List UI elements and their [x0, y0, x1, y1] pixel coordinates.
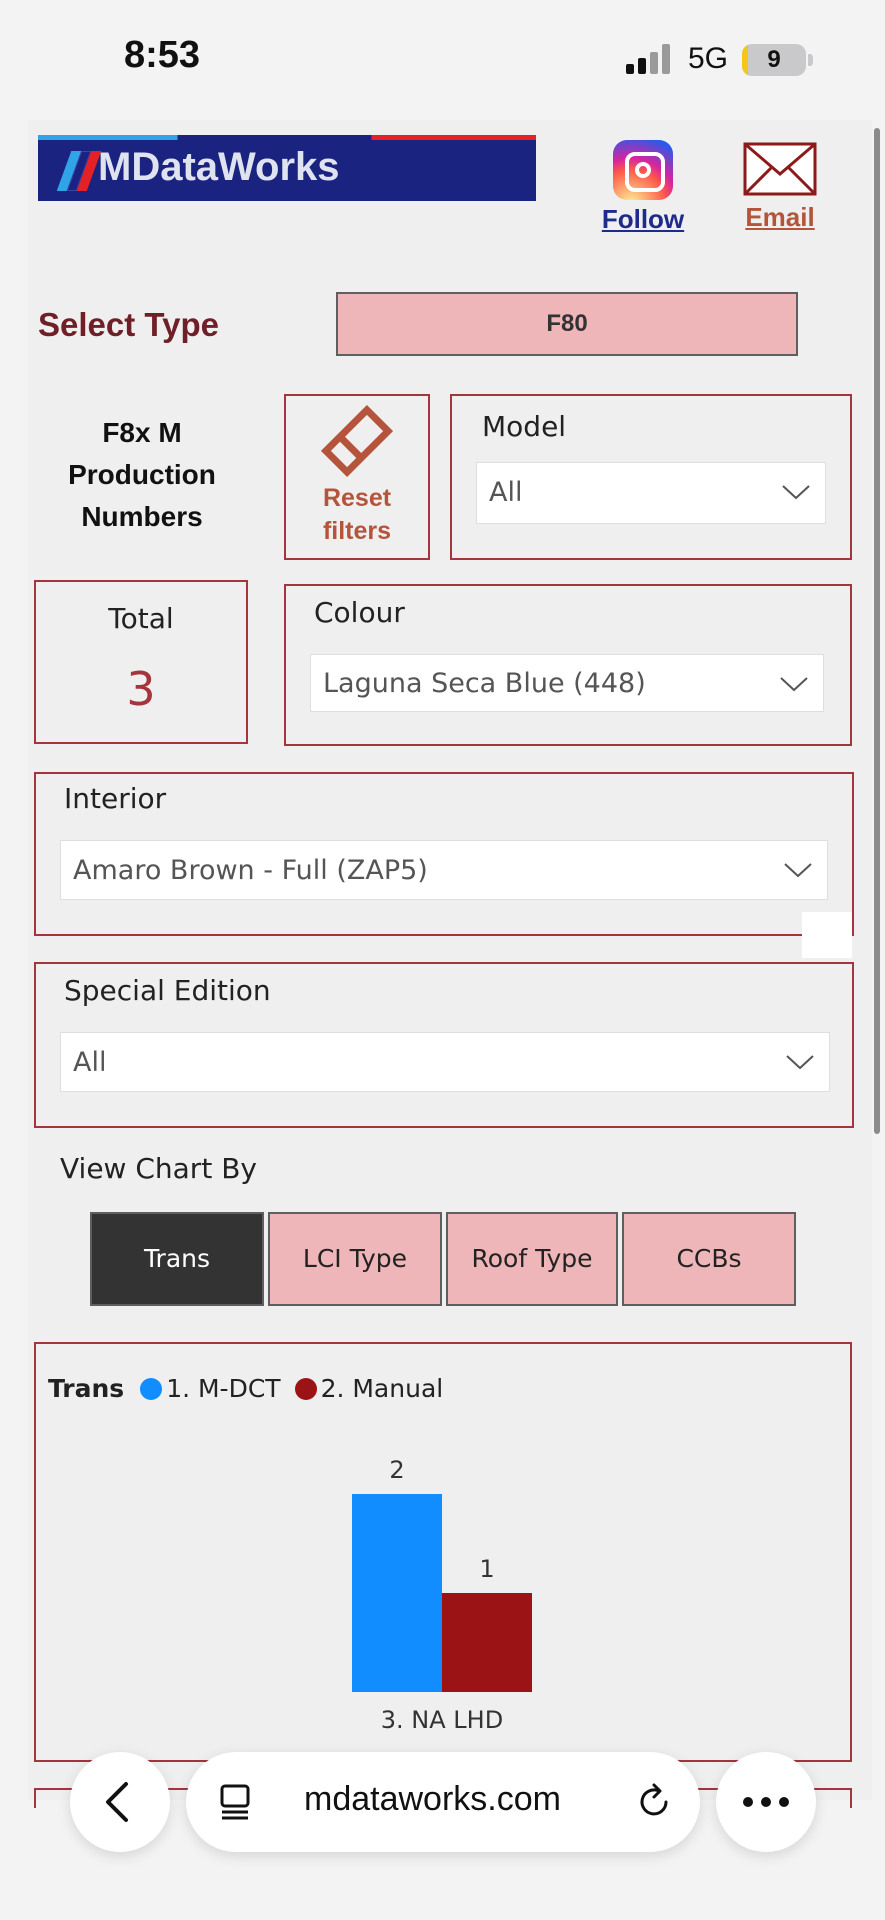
scrollbar[interactable]	[874, 128, 880, 1134]
reload-icon[interactable]	[634, 1782, 674, 1822]
total-value: 3	[126, 662, 156, 716]
battery-tip	[808, 54, 813, 66]
email-label: Email	[745, 202, 815, 232]
bar-2-manual[interactable]	[442, 1593, 532, 1692]
slicer-title: Model	[482, 410, 567, 443]
reset-label: Reset	[322, 484, 392, 512]
chevron-down-icon	[782, 485, 810, 500]
select-type-label: Select Type	[38, 306, 219, 343]
status-bar: 8:53 5G 9	[0, 0, 885, 120]
back-icon	[106, 1782, 128, 1822]
data-label: 1	[479, 1555, 494, 1583]
colour-dropdown[interactable]: Laguna Seca Blue (448)	[310, 654, 824, 712]
special-edition-slicer: Special Edition All	[34, 962, 854, 1128]
view-by-lci-type-button[interactable]: LCI Type	[268, 1212, 442, 1306]
dropdown-value: Amaro Brown - Full (ZAP5)	[73, 855, 428, 886]
view-chart-by-label: View Chart By	[60, 1152, 257, 1185]
model-slicer: Model All	[450, 394, 852, 560]
follow-link[interactable]: Follow	[592, 140, 694, 235]
page-heading: F8x M Production Numbers	[38, 412, 246, 538]
dropdown-value: All	[489, 477, 523, 508]
reset-filters-button[interactable]: Reset filters	[284, 394, 430, 560]
more-button[interactable]	[716, 1752, 816, 1852]
slicer-title: Interior	[64, 782, 167, 815]
view-by-trans-button[interactable]: Trans	[90, 1212, 264, 1306]
heading-line: Numbers	[81, 501, 203, 532]
total-label: Total	[108, 602, 174, 635]
reset-label: filters	[322, 517, 392, 545]
model-dropdown[interactable]: All	[476, 462, 826, 524]
bar-1-m-dct[interactable]	[352, 1494, 442, 1692]
dropdown-value: Laguna Seca Blue (448)	[323, 668, 646, 699]
logo-text: DataWorks	[131, 145, 340, 189]
signal-icon	[626, 44, 674, 74]
follow-label: Follow	[601, 204, 685, 234]
network-type: 5G	[688, 42, 729, 75]
heading-line: Production	[68, 459, 216, 490]
view-by-roof-type-button[interactable]: Roof Type	[446, 1212, 618, 1306]
type-f80-button[interactable]: F80	[336, 292, 798, 356]
logo-stripe	[38, 135, 536, 140]
dropdown-value: All	[73, 1047, 107, 1078]
trans-chart: Trans 1. M-DCT 2. Manual 2 1 3. NA LHD	[34, 1342, 852, 1762]
interior-slicer: Interior Amaro Brown - Full (ZAP5)	[34, 772, 854, 936]
battery-icon: 9	[742, 44, 806, 76]
instagram-icon	[613, 140, 673, 200]
data-label: 2	[389, 1456, 404, 1484]
chevron-down-icon	[786, 1055, 814, 1070]
heading-line: F8x M	[102, 417, 182, 448]
slicer-title: Special Edition	[64, 974, 271, 1007]
total-card: Total 3	[34, 580, 248, 744]
email-icon	[743, 142, 817, 196]
view-by-ccbs-button[interactable]: CCBs	[622, 1212, 796, 1306]
special-edition-dropdown[interactable]: All	[60, 1032, 830, 1092]
email-link[interactable]: Email	[736, 140, 824, 233]
colour-slicer: Colour Laguna Seca Blue (448)	[284, 584, 852, 746]
more-icon	[743, 1797, 789, 1807]
m-stripes-logo	[56, 151, 102, 191]
address-bar[interactable]: mdataworks.com	[186, 1752, 700, 1852]
url-text: mdataworks.com	[304, 1780, 561, 1818]
mdataworks-logo: MDataWorks	[38, 135, 536, 201]
category-label: 3. NA LHD	[381, 1706, 503, 1734]
chart-plot: 2 1 3. NA LHD	[352, 1456, 532, 1734]
chevron-down-icon	[780, 677, 808, 692]
tabs-icon	[220, 1784, 250, 1820]
interior-dropdown[interactable]: Amaro Brown - Full (ZAP5)	[60, 840, 828, 900]
eraser-icon	[320, 404, 394, 478]
back-button[interactable]	[70, 1752, 170, 1852]
status-time: 8:53	[124, 34, 201, 76]
white-patch	[802, 912, 852, 958]
chevron-down-icon	[784, 863, 812, 878]
slicer-title: Colour	[314, 596, 405, 629]
battery-level: 9	[767, 46, 781, 73]
